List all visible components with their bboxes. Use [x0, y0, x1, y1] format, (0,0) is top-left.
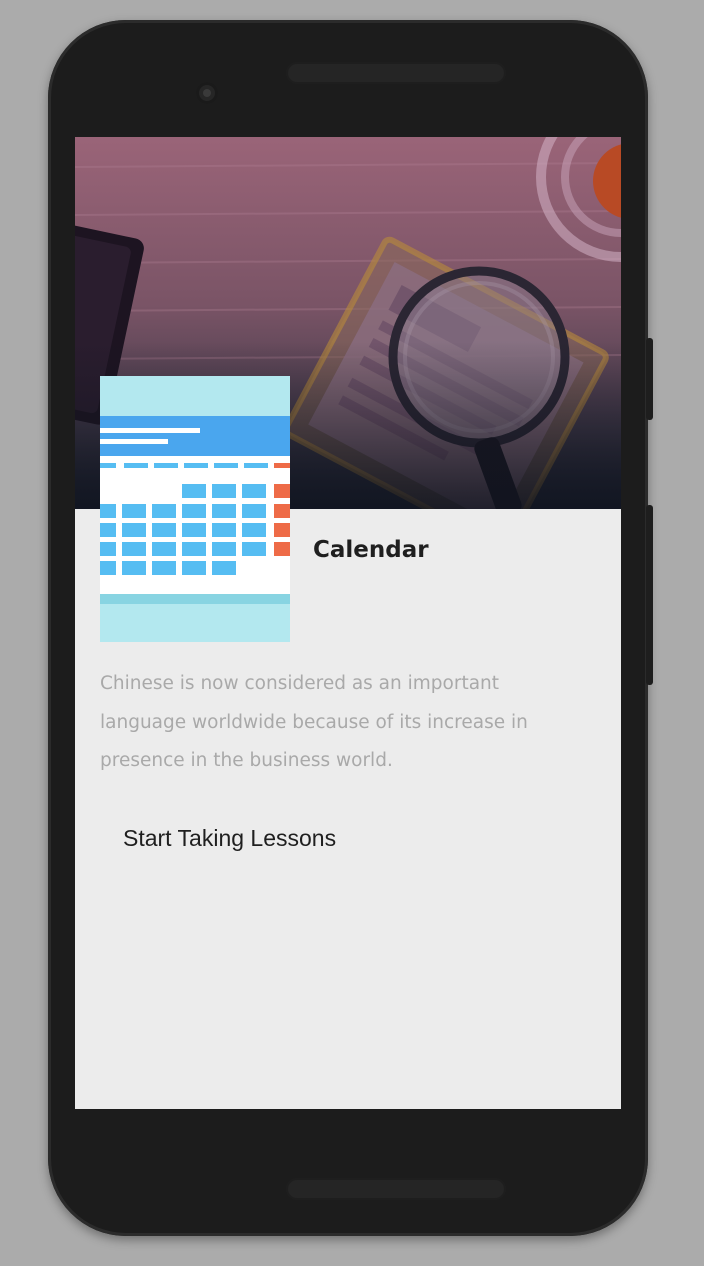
top-speaker-grille [286, 62, 506, 84]
calendar-illustration-thumbnail [100, 376, 290, 642]
app-screen: Calendar Chinese is now considered as an… [75, 137, 621, 1109]
page-title: Calendar [313, 537, 429, 563]
start-taking-lessons-button[interactable]: Start Taking Lessons [111, 817, 348, 860]
description-text: Chinese is now considered as an importan… [100, 673, 528, 771]
volume-button [646, 338, 653, 420]
power-button [646, 505, 653, 685]
front-camera [196, 82, 218, 104]
bottom-speaker-grille [286, 1178, 506, 1200]
